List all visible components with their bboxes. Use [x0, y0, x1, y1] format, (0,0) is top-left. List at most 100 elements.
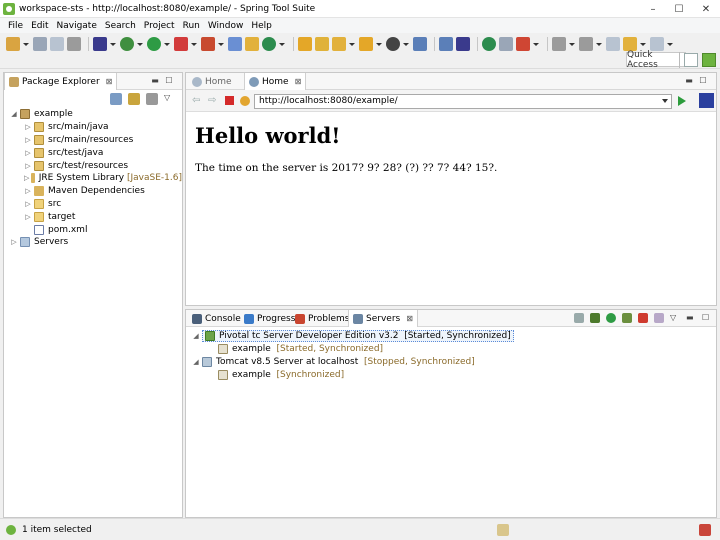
next-annotation-icon[interactable] [552, 37, 566, 51]
url-field[interactable]: http://localhost:8080/example/ [254, 94, 672, 109]
maximize-view-icon[interactable]: ☐ [702, 313, 712, 323]
expanded-icon[interactable]: ◢ [192, 332, 200, 340]
tab-problems[interactable]: Problems [291, 310, 353, 327]
tree-item[interactable]: ▷ Maven Dependencies [4, 185, 182, 198]
open-folder-icon[interactable] [315, 37, 329, 51]
open-task-icon[interactable] [332, 37, 346, 51]
collapse-all-icon[interactable] [110, 93, 122, 105]
spring-icon[interactable] [482, 37, 496, 51]
close-tab-icon[interactable]: ⊠ [295, 77, 302, 86]
publish-icon[interactable] [654, 313, 664, 323]
cloud-foundry-icon[interactable] [386, 37, 400, 51]
collapsed-icon[interactable]: ▷ [10, 238, 18, 246]
save-icon[interactable] [33, 37, 47, 51]
tree-item[interactable]: ▷ src [4, 198, 182, 211]
skip-breakpoints-icon[interactable] [456, 37, 470, 51]
run-dropdown-icon[interactable] [137, 37, 143, 51]
tab-home-2[interactable]: Home ⊠ [244, 73, 307, 90]
tab-home-1[interactable]: Home [188, 73, 236, 90]
expanded-icon[interactable]: ◢ [192, 358, 200, 366]
focus-task-icon[interactable] [146, 93, 158, 105]
minimize-button[interactable]: – [640, 0, 666, 18]
external-tools-icon[interactable] [201, 37, 215, 51]
cloud-dropdown-icon[interactable] [403, 37, 409, 51]
start-server-icon[interactable] [606, 313, 616, 323]
menu-edit[interactable]: Edit [31, 21, 48, 31]
tree-item[interactable]: ▷ src/test/java [4, 146, 182, 159]
search-files-icon[interactable] [359, 37, 373, 51]
spring-perspective-icon[interactable] [702, 53, 716, 67]
save-all-icon[interactable] [50, 37, 64, 51]
selected-server[interactable]: Pivotal tc Server Developer Edition v3.2… [202, 330, 514, 343]
maximize-view-icon[interactable]: ☐ [164, 76, 174, 86]
tab-console[interactable]: Console [188, 310, 245, 327]
open-task-dropdown-icon[interactable] [349, 37, 355, 51]
debug-dropdown-icon[interactable] [110, 37, 116, 51]
new-java-project-icon[interactable] [245, 37, 259, 51]
menu-run[interactable]: Run [183, 21, 200, 31]
collapsed-icon[interactable]: ▷ [24, 213, 32, 221]
collapsed-icon[interactable]: ▷ [24, 136, 32, 144]
module-row[interactable]: example [Synchronized] [186, 368, 716, 381]
server-row[interactable]: ◢ Tomcat v8.5 Server at localhost [Stopp… [186, 356, 716, 369]
tab-servers[interactable]: Servers ⊠ [348, 310, 418, 327]
tree-item[interactable]: ▷ src/test/resources [4, 159, 182, 172]
refresh-dropdown-icon[interactable] [279, 37, 285, 51]
menu-file[interactable]: File [8, 21, 23, 31]
collapsed-icon[interactable]: ▷ [24, 149, 32, 157]
web-browser-icon[interactable] [413, 37, 427, 51]
quick-access-field[interactable]: Quick Access [626, 50, 686, 70]
collapsed-icon[interactable]: ▷ [24, 123, 32, 131]
open-server-icon[interactable] [497, 524, 509, 536]
print-icon[interactable] [67, 37, 81, 51]
notifications-icon[interactable] [699, 524, 711, 536]
refresh-icon[interactable] [240, 96, 250, 106]
collapsed-icon[interactable]: ▷ [24, 174, 29, 182]
open-type-icon[interactable] [298, 37, 312, 51]
tree-item-project[interactable]: ◢ example [4, 108, 182, 121]
new-icon[interactable] [6, 37, 20, 51]
debug-server-icon[interactable] [590, 313, 600, 323]
maximize-button[interactable]: ☐ [666, 0, 692, 18]
external-tools-dropdown-icon[interactable] [218, 37, 224, 51]
forward-icon[interactable]: ⇨ [208, 96, 219, 106]
url-history-dropdown-icon[interactable] [662, 99, 668, 103]
open-perspective-icon[interactable] [684, 53, 698, 67]
menu-window[interactable]: Window [208, 21, 244, 31]
close-tab-icon[interactable]: ⊠ [406, 314, 413, 323]
last-edit-icon[interactable] [606, 37, 620, 51]
coverage-dropdown-icon[interactable] [164, 37, 170, 51]
boot-dashboard-icon[interactable] [228, 37, 242, 51]
close-tab-icon[interactable]: ⊠ [106, 77, 113, 86]
prev-annotation-icon[interactable] [579, 37, 593, 51]
stop-dropdown-icon[interactable] [191, 37, 197, 51]
stop-icon[interactable] [174, 37, 188, 51]
collapsed-icon[interactable]: ▷ [24, 187, 32, 195]
refresh-icon[interactable] [262, 37, 276, 51]
minimize-view-icon[interactable]: ▬ [684, 76, 694, 86]
view-menu-icon[interactable]: ▽ [164, 93, 176, 105]
go-icon[interactable] [678, 96, 686, 106]
maximize-view-icon[interactable]: ☐ [698, 76, 708, 86]
minimize-view-icon[interactable]: ▬ [150, 76, 160, 86]
tree-item[interactable]: ▷ target [4, 210, 182, 223]
open-external-browser-icon[interactable] [699, 93, 714, 108]
tab-package-explorer[interactable]: Package Explorer ⊠ [4, 73, 118, 90]
menu-navigate[interactable]: Navigate [57, 21, 97, 31]
new-dropdown-icon[interactable] [23, 37, 29, 51]
menu-search[interactable]: Search [105, 21, 136, 31]
toggle-breakpoint-icon[interactable] [439, 37, 453, 51]
collapsed-icon[interactable]: ▷ [24, 200, 32, 208]
minimize-view-icon[interactable]: ▬ [686, 313, 696, 323]
expanded-icon[interactable]: ◢ [10, 110, 18, 118]
maven-icon[interactable] [516, 37, 530, 51]
tree-item-servers[interactable]: ▷ Servers [4, 236, 182, 249]
module-row[interactable]: example [Started, Synchronized] [186, 343, 716, 356]
server-row[interactable]: ◢ Pivotal tc Server Developer Edition v3… [186, 330, 716, 343]
link-with-editor-icon[interactable] [128, 93, 140, 105]
view-menu-icon[interactable]: ▽ [670, 313, 680, 323]
menu-project[interactable]: Project [144, 21, 175, 31]
tree-item[interactable]: ▷ src/main/resources [4, 134, 182, 147]
annotation-icon[interactable] [499, 37, 513, 51]
close-window-button[interactable]: ✕ [692, 0, 720, 18]
